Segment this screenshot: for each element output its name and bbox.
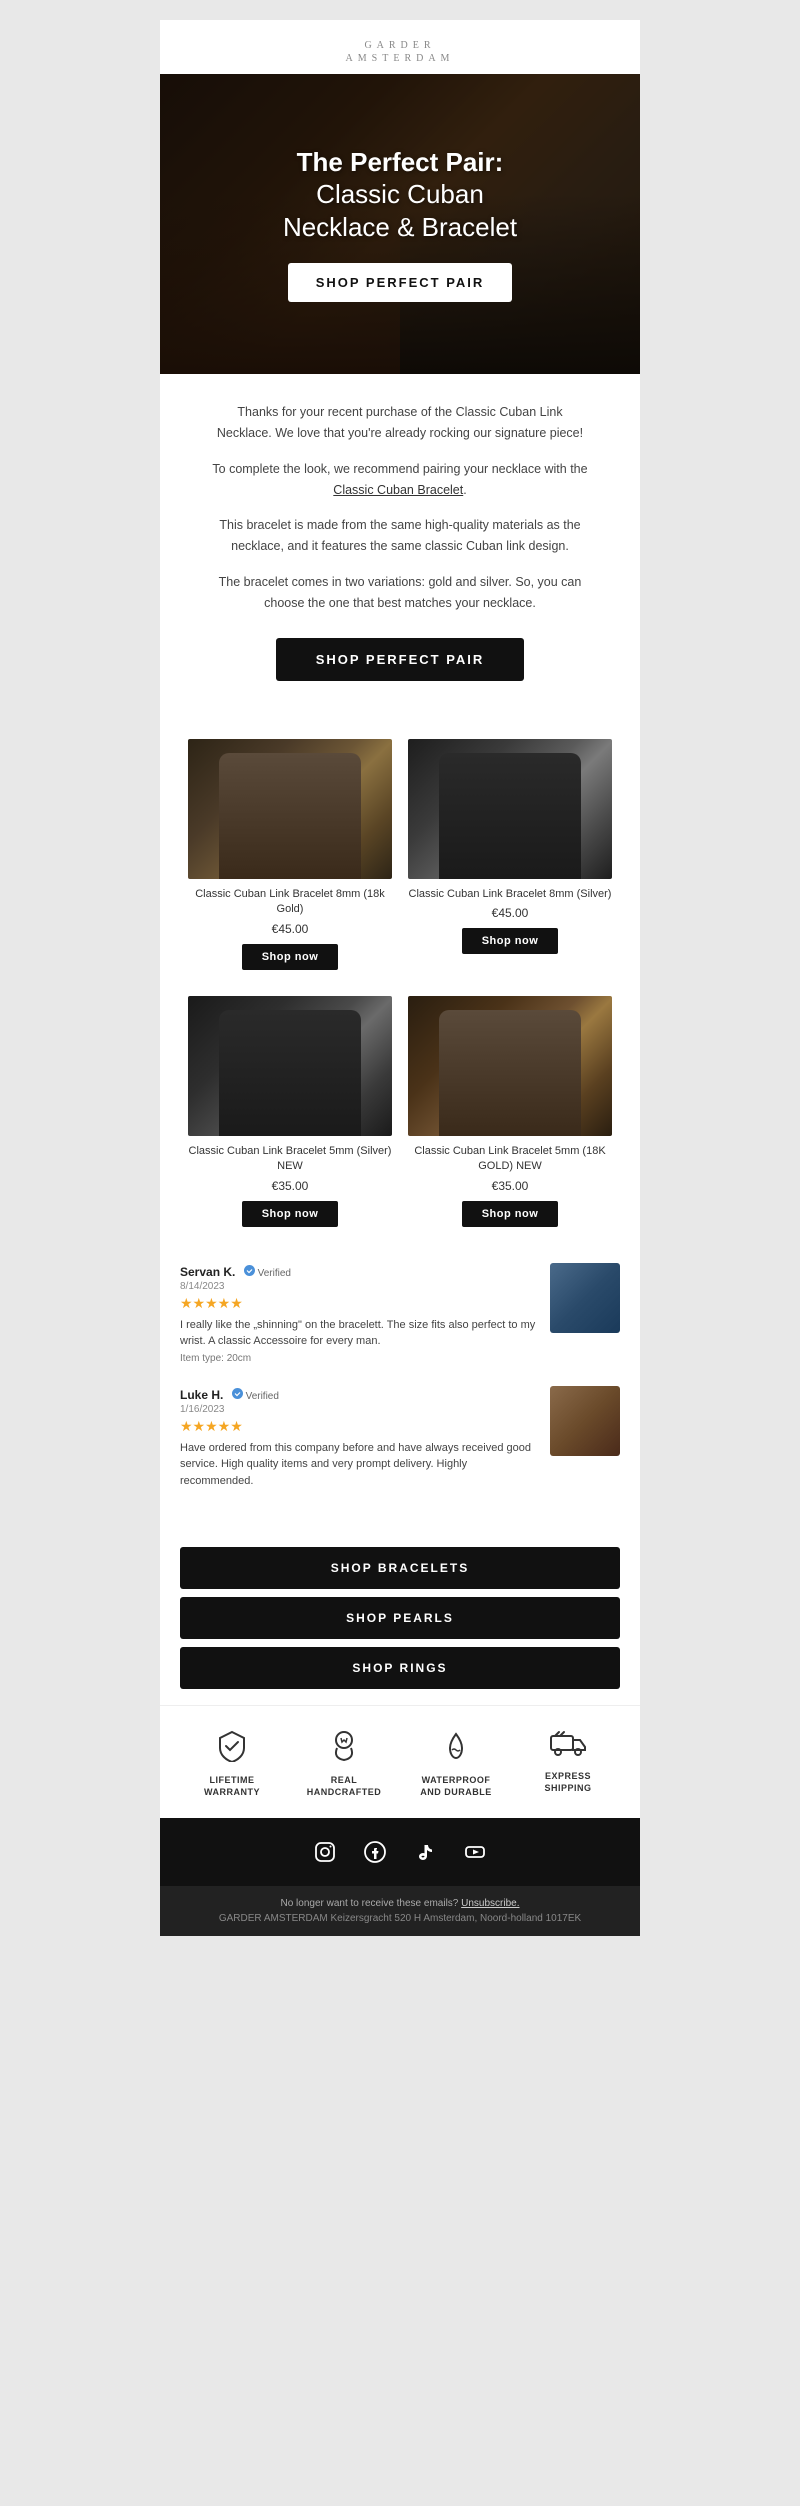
waterproof-label: WATERPROOFAND DURABLE — [400, 1775, 512, 1798]
feature-shipping: EXPRESSSHIPPING — [512, 1730, 624, 1798]
product-name-2: Classic Cuban Link Bracelet 8mm (Silver) — [408, 887, 612, 902]
shipping-icon — [512, 1730, 624, 1765]
feature-waterproof: WATERPROOFAND DURABLE — [400, 1730, 512, 1798]
warranty-icon — [176, 1730, 288, 1769]
shop-now-button-3[interactable]: Shop now — [242, 1201, 339, 1227]
handcrafted-label: REALHANDCRAFTED — [288, 1775, 400, 1798]
review-stars-2: ★★★★★ — [180, 1418, 536, 1435]
product-price-3: €35.00 — [188, 1179, 392, 1193]
hero-title-line2: Classic Cuban — [316, 179, 484, 209]
shop-pearls-button[interactable]: SHOP PEARLS — [180, 1597, 620, 1639]
social-footer — [160, 1818, 640, 1886]
reviewer-name-2: Luke H. Verified — [180, 1386, 536, 1404]
brand-logo: GARDER AMSTERDAM — [160, 40, 640, 64]
hero-title-line3: Necklace & Bracelet — [283, 212, 517, 242]
instagram-icon[interactable] — [309, 1836, 341, 1868]
review-content-1: Servan K. Verified 8/14/2023 ★★★★★ I rea… — [180, 1263, 536, 1364]
review-thumb-2 — [550, 1386, 620, 1456]
shop-now-button-4[interactable]: Shop now — [462, 1201, 559, 1227]
feature-handcrafted: REALHANDCRAFTED — [288, 1730, 400, 1798]
product-image-1 — [188, 739, 392, 879]
unsubscribe-link[interactable]: Unsubscribe. — [461, 1898, 519, 1909]
body-para2: To complete the look, we recommend pairi… — [210, 459, 590, 502]
product-grid: Classic Cuban Link Bracelet 8mm (18k Gol… — [160, 729, 640, 1243]
product-price-2: €45.00 — [408, 906, 612, 920]
product-image-4 — [408, 996, 612, 1136]
product-name-4: Classic Cuban Link Bracelet 5mm (18K GOL… — [408, 1144, 612, 1175]
product-item-1: Classic Cuban Link Bracelet 8mm (18k Gol… — [180, 729, 400, 986]
reviewer-name-1: Servan K. Verified — [180, 1263, 536, 1281]
shop-categories: SHOP BRACELETS SHOP PEARLS SHOP RINGS — [160, 1531, 640, 1697]
shop-bracelets-button[interactable]: SHOP BRACELETS — [180, 1547, 620, 1589]
footer-unsubscribe-text: No longer want to receive these emails? … — [180, 1898, 620, 1909]
shop-rings-button[interactable]: SHOP RINGS — [180, 1647, 620, 1689]
review-date-2: 1/16/2023 — [180, 1404, 536, 1415]
product-name-1: Classic Cuban Link Bracelet 8mm (18k Gol… — [188, 887, 392, 918]
verified-icon-1 — [244, 1265, 255, 1276]
email-header: GARDER AMSTERDAM — [160, 20, 640, 74]
product-item-3: Classic Cuban Link Bracelet 5mm (Silver)… — [180, 986, 400, 1243]
bracelet-link[interactable]: Classic Cuban Bracelet — [333, 483, 463, 497]
hero-content: The Perfect Pair: Classic Cuban Necklace… — [263, 126, 537, 323]
bottom-footer: No longer want to receive these emails? … — [160, 1886, 640, 1936]
shop-now-button-2[interactable]: Shop now — [462, 928, 559, 954]
body-para4: The bracelet comes in two variations: go… — [210, 572, 590, 615]
product-item-2: Classic Cuban Link Bracelet 8mm (Silver)… — [400, 729, 620, 986]
body-para3: This bracelet is made from the same high… — [210, 515, 590, 558]
brand-name: GARDER — [160, 40, 640, 51]
shipping-label: EXPRESSSHIPPING — [512, 1771, 624, 1794]
tiktok-icon[interactable] — [409, 1836, 441, 1868]
shop-now-button-1[interactable]: Shop now — [242, 944, 339, 970]
youtube-icon[interactable] — [459, 1836, 491, 1868]
verified-icon-2 — [232, 1388, 243, 1399]
body-text-section: Thanks for your recent purchase of the C… — [160, 374, 640, 729]
waterproof-icon — [400, 1730, 512, 1769]
brand-subtitle: AMSTERDAM — [160, 53, 640, 64]
social-icons — [178, 1836, 622, 1868]
hero-cta-button[interactable]: SHOP PERFECT PAIR — [288, 263, 513, 302]
shop-perfect-pair-button[interactable]: SHOP PERFECT PAIR — [276, 638, 525, 681]
review-stars-1: ★★★★★ — [180, 1295, 536, 1312]
review-meta-1: Item type: 20cm — [180, 1353, 536, 1364]
email-container: GARDER AMSTERDAM The Perfect Pair: Class… — [160, 20, 640, 1936]
product-item-4: Classic Cuban Link Bracelet 5mm (18K GOL… — [400, 986, 620, 1243]
review-item-2: Luke H. Verified 1/16/2023 ★★★★★ Have or… — [180, 1386, 620, 1490]
feature-warranty: LIFETIMEWARRANTY — [176, 1730, 288, 1798]
warranty-label: LIFETIMEWARRANTY — [176, 1775, 288, 1798]
hero-title-line1: The Perfect Pair: — [297, 147, 504, 177]
body-para1: Thanks for your recent purchase of the C… — [210, 402, 590, 445]
footer-address: GARDER AMSTERDAM Keizersgracht 520 H Ams… — [180, 1913, 620, 1924]
features-row: LIFETIMEWARRANTY REALHANDCRAFTED WATERPR… — [160, 1705, 640, 1818]
product-price-1: €45.00 — [188, 922, 392, 936]
review-date-1: 8/14/2023 — [180, 1281, 536, 1292]
reviews-section: Servan K. Verified 8/14/2023 ★★★★★ I rea… — [160, 1243, 640, 1532]
review-thumb-1 — [550, 1263, 620, 1333]
facebook-icon[interactable] — [359, 1836, 391, 1868]
product-image-3 — [188, 996, 392, 1136]
review-text-2: Have ordered from this company before an… — [180, 1440, 536, 1490]
hero-section: The Perfect Pair: Classic Cuban Necklace… — [160, 74, 640, 374]
product-name-3: Classic Cuban Link Bracelet 5mm (Silver)… — [188, 1144, 392, 1175]
review-content-2: Luke H. Verified 1/16/2023 ★★★★★ Have or… — [180, 1386, 536, 1490]
review-text-1: I really like the „shinning" on the brac… — [180, 1317, 536, 1350]
handcrafted-icon — [288, 1730, 400, 1769]
product-image-2 — [408, 739, 612, 879]
review-item-1: Servan K. Verified 8/14/2023 ★★★★★ I rea… — [180, 1263, 620, 1364]
hero-title: The Perfect Pair: Classic Cuban Necklace… — [283, 146, 517, 244]
product-price-4: €35.00 — [408, 1179, 612, 1193]
